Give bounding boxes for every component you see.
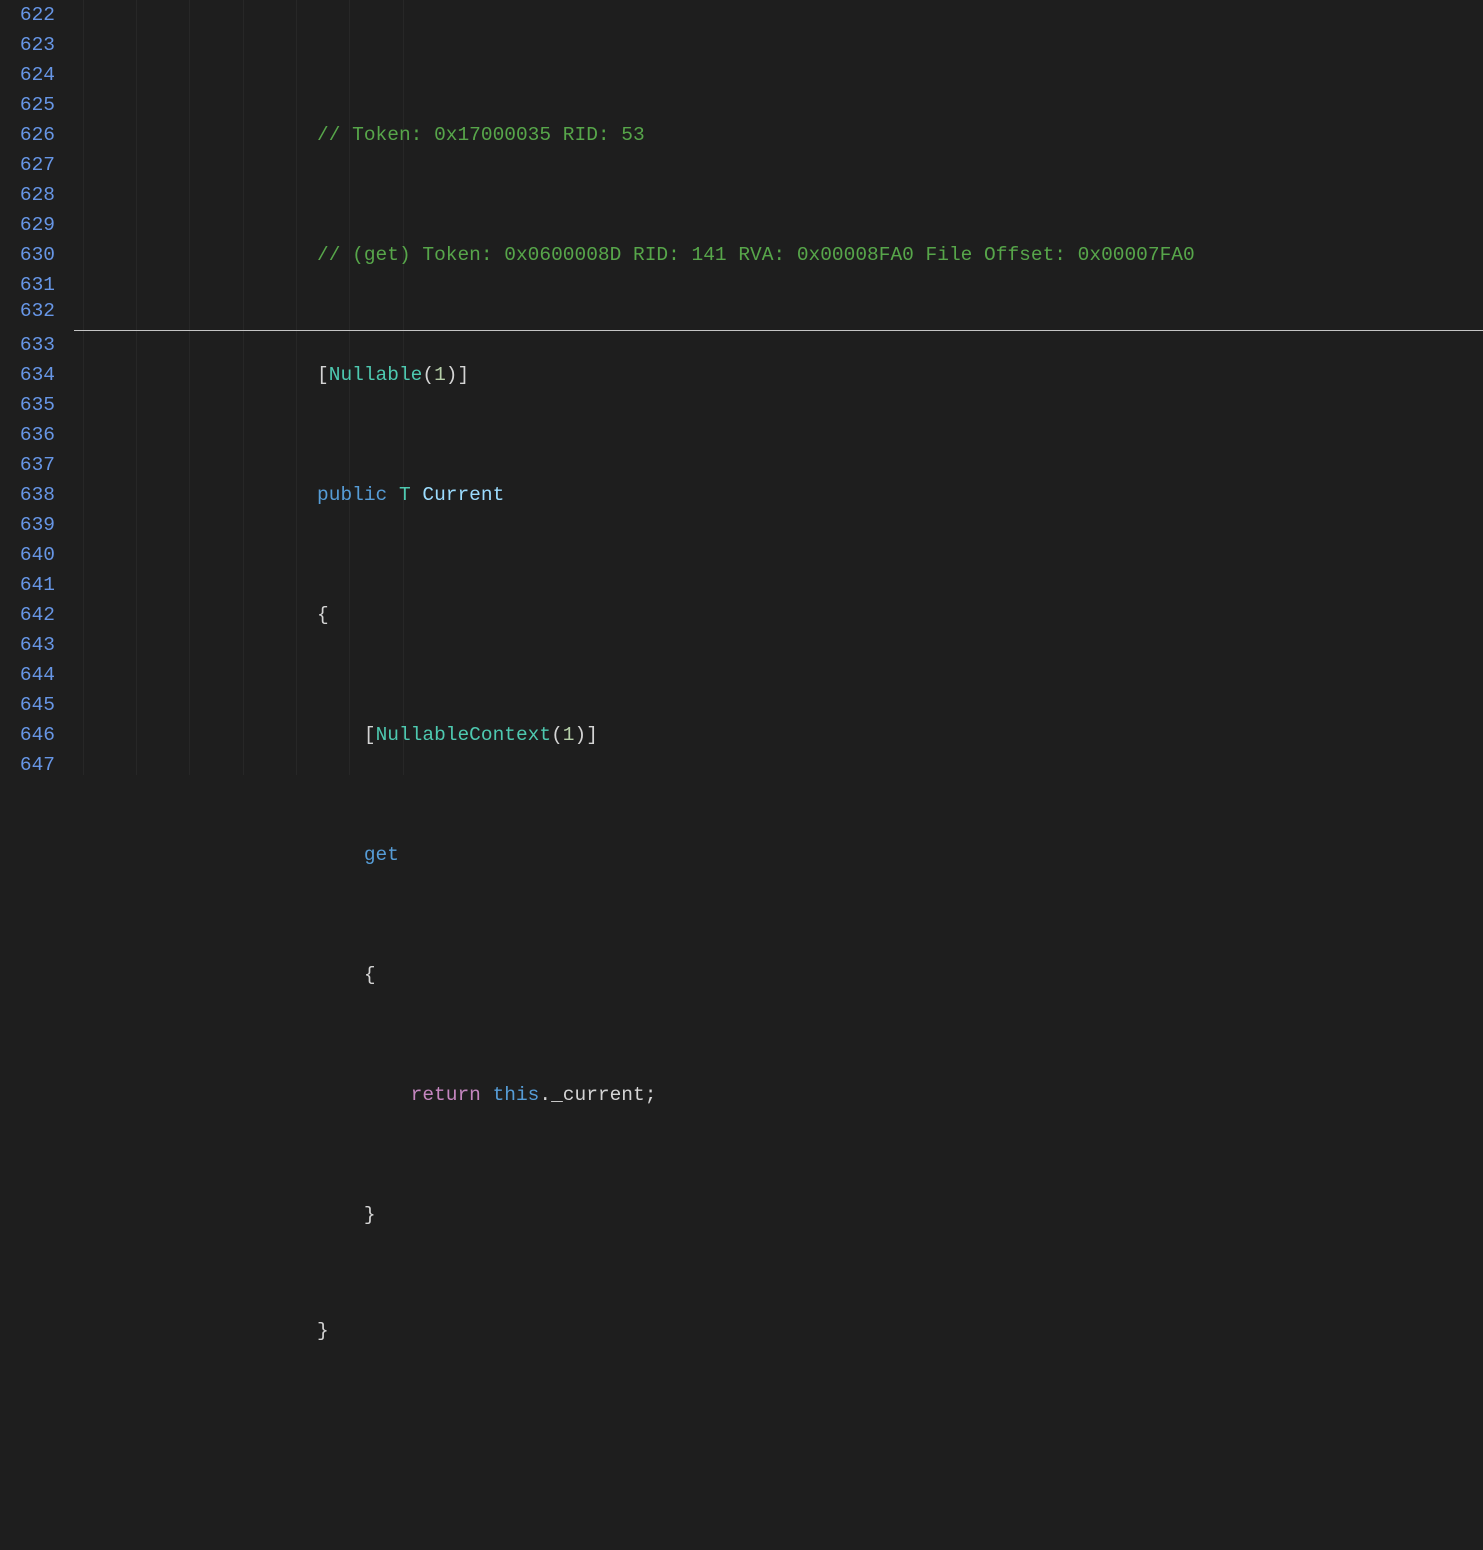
- code-line[interactable]: // Token: 0x17000035 RID: 53: [73, 120, 1483, 150]
- line-number: 644: [0, 660, 73, 690]
- line-number: 642: [0, 600, 73, 630]
- field-token: _current: [551, 1084, 645, 1106]
- line-number: 627: [0, 150, 73, 180]
- line-number: 637: [0, 450, 73, 480]
- line-number: 636: [0, 420, 73, 450]
- code-line[interactable]: public T Current: [73, 480, 1483, 510]
- line-number: 635: [0, 390, 73, 420]
- line-number: 640: [0, 540, 73, 570]
- code-line[interactable]: }: [73, 1320, 1483, 1342]
- line-number: 641: [0, 570, 73, 600]
- comment-token: // (get) Token: 0x0600008D RID: 141 RVA:…: [317, 244, 1195, 266]
- code-line[interactable]: [NullableContext(1)]: [73, 720, 1483, 750]
- line-number: 631: [0, 270, 73, 300]
- code-line[interactable]: }: [73, 1200, 1483, 1230]
- keyword-token: public: [317, 484, 387, 506]
- line-number: 628: [0, 180, 73, 210]
- type-token: T: [399, 484, 411, 506]
- line-number: 646: [0, 720, 73, 750]
- attribute-token: NullableContext: [376, 724, 552, 746]
- code-line[interactable]: return this._current;: [73, 1080, 1483, 1110]
- line-number: 625: [0, 90, 73, 120]
- line-number: 624: [0, 60, 73, 90]
- code-line[interactable]: // (get) Token: 0x0600008D RID: 141 RVA:…: [73, 240, 1483, 270]
- line-number: 632: [0, 300, 73, 330]
- line-number: 639: [0, 510, 73, 540]
- code-area[interactable]: // Token: 0x17000035 RID: 53 // (get) To…: [73, 0, 1483, 775]
- code-line[interactable]: [Nullable(1)]: [73, 360, 1483, 390]
- code-line[interactable]: [73, 1432, 1483, 1462]
- line-number: 638: [0, 480, 73, 510]
- line-number: 647: [0, 750, 73, 780]
- line-number: 630: [0, 240, 73, 270]
- code-editor[interactable]: 622 623 624 625 626 627 628 629 630 631 …: [0, 0, 1483, 775]
- return-keyword: return: [411, 1084, 481, 1106]
- property-name: Current: [422, 484, 504, 506]
- code-line[interactable]: {: [73, 960, 1483, 990]
- code-line[interactable]: {: [73, 600, 1483, 630]
- line-number: 626: [0, 120, 73, 150]
- line-number: 622: [0, 0, 73, 30]
- line-number: 633: [0, 330, 73, 360]
- code-line[interactable]: get: [73, 840, 1483, 870]
- comment-token: // Token: 0x17000035 RID: 53: [317, 124, 645, 146]
- attribute-token: Nullable: [329, 364, 423, 386]
- line-number: 623: [0, 30, 73, 60]
- line-number-gutter: 622 623 624 625 626 627 628 629 630 631 …: [0, 0, 73, 775]
- member-separator: [74, 330, 1483, 331]
- keyword-token: get: [364, 844, 399, 866]
- line-number: 645: [0, 690, 73, 720]
- line-number: 634: [0, 360, 73, 390]
- line-number: 643: [0, 630, 73, 660]
- line-number: 629: [0, 210, 73, 240]
